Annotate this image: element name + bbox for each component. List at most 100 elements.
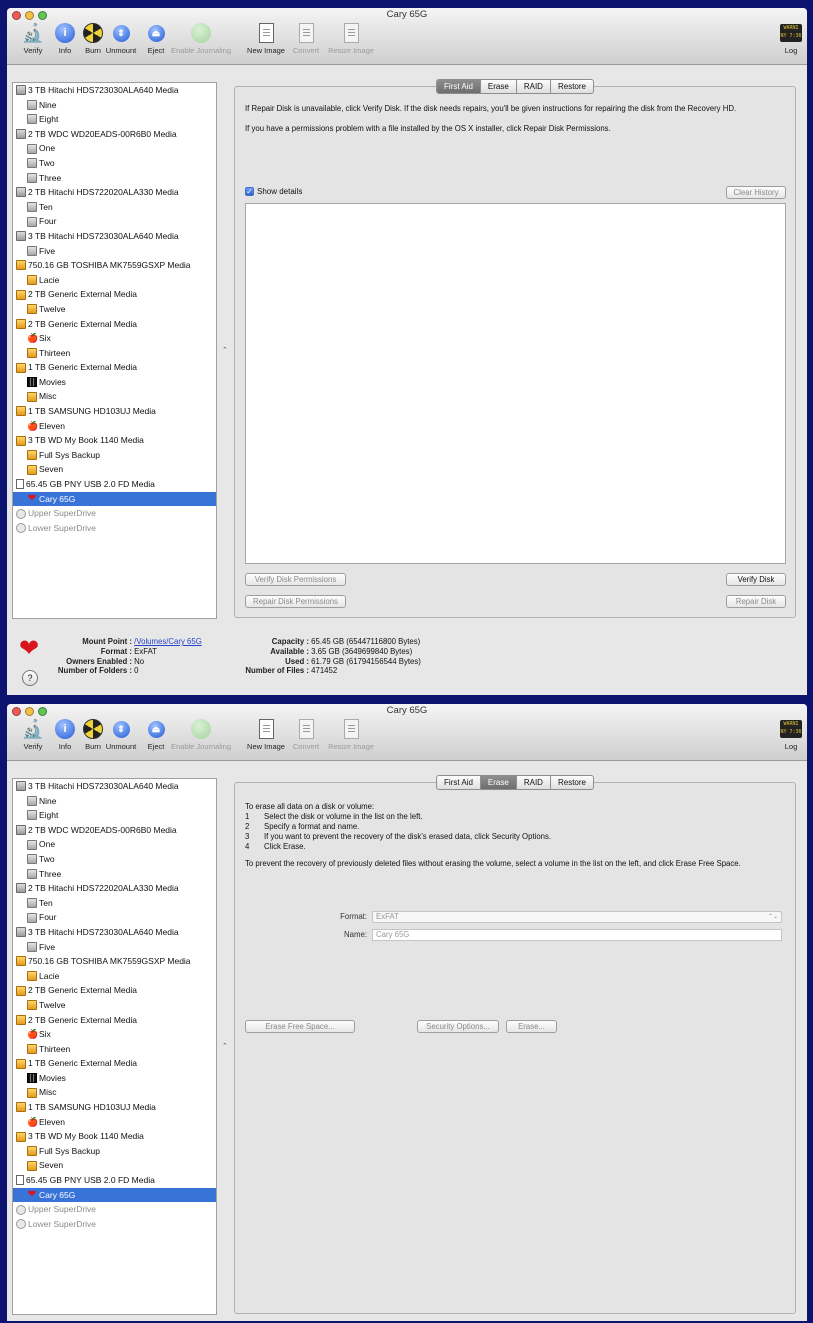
disk-item[interactable]: Lower SuperDrive (13, 1217, 216, 1232)
disk-item[interactable]: 3 TB WD My Book 1140 Media (13, 1129, 216, 1144)
disk-item[interactable]: 1 TB SAMSUNG HD103UJ Media (13, 1100, 216, 1115)
disk-item[interactable]: 3 TB Hitachi HDS723030ALA640 Media (13, 229, 216, 244)
tab-restore[interactable]: Restore (551, 776, 593, 789)
toolbar-convert-button[interactable]: Convert (284, 22, 328, 55)
disk-item[interactable]: 1 TB Generic External Media (13, 1056, 216, 1071)
volume-item[interactable]: Movies (13, 375, 216, 390)
disk-item[interactable]: 3 TB Hitachi HDS723030ALA640 Media (13, 925, 216, 940)
volume-item[interactable]: Nine (13, 98, 216, 113)
tab-erase[interactable]: Erase (480, 776, 517, 789)
volume-item[interactable]: Twelve (13, 998, 216, 1013)
volume-item[interactable]: Four (13, 214, 216, 229)
tab-erase[interactable]: Erase (481, 80, 517, 93)
toolbar-log-button[interactable]: WARNI NY 7:36 Log (769, 718, 807, 751)
disk-item[interactable]: 3 TB WD My Book 1140 Media (13, 433, 216, 448)
mount-point-link[interactable]: /Volumes/Cary 65G (134, 637, 202, 646)
volume-item[interactable]: Eight (13, 808, 216, 823)
number-of-files-label: Number of Files : (245, 666, 309, 676)
tree-item-label: Nine (39, 795, 57, 806)
volume-item[interactable]: 🍎 Six (13, 331, 216, 346)
repair-disk-button[interactable]: Repair Disk (726, 595, 786, 608)
volume-item[interactable]: Two (13, 852, 216, 867)
toolbar-resize-image-button[interactable]: Resize Image (325, 22, 377, 55)
format-select[interactable]: ExFAT ⌃⌄ (372, 911, 782, 923)
disk-item[interactable]: 2 TB WDC WD20EADS-00R6B0 Media (13, 823, 216, 838)
volume-item[interactable]: Five (13, 244, 216, 259)
volume-item[interactable]: Nine (13, 794, 216, 809)
help-button[interactable]: ? (22, 670, 38, 686)
disk-item[interactable]: 3 TB Hitachi HDS723030ALA640 Media (13, 779, 216, 794)
volume-item[interactable]: Full Sys Backup (13, 448, 216, 463)
disk-item[interactable]: 1 TB Generic External Media (13, 360, 216, 375)
toolbar-convert-button[interactable]: Convert (284, 718, 328, 751)
disk-item[interactable]: 2 TB Generic External Media (13, 317, 216, 332)
volume-item[interactable]: Five (13, 940, 216, 955)
volume-item[interactable]: 🍎 Six (13, 1027, 216, 1042)
volume-item[interactable]: Eight (13, 112, 216, 127)
tab-first-aid[interactable]: First Aid (437, 776, 481, 789)
disk-list-sidebar[interactable]: 3 TB Hitachi HDS723030ALA640 Media Nine Ei… (12, 82, 217, 619)
volume-item[interactable]: Lacie (13, 273, 216, 288)
disk-item[interactable]: 2 TB Hitachi HDS722020ALA330 Media (13, 185, 216, 200)
first-aid-details-log[interactable] (245, 203, 786, 564)
volume-item[interactable]: Three (13, 171, 216, 186)
disk-item[interactable]: Upper SuperDrive (13, 506, 216, 521)
volume-item[interactable]: Thirteen (13, 1042, 216, 1057)
disk-item[interactable]: 65.45 GB PNY USB 2.0 FD Media (13, 1173, 216, 1188)
disk-item[interactable]: 750.16 GB TOSHIBA MK7559GSXP Media (13, 954, 216, 969)
tab-restore[interactable]: Restore (551, 80, 593, 93)
volume-item[interactable]: Misc (13, 1085, 216, 1100)
verify-disk-permissions-button[interactable]: Verify Disk Permissions (245, 573, 346, 586)
disk-item[interactable]: 2 TB WDC WD20EADS-00R6B0 Media (13, 127, 216, 142)
split-view-handle[interactable]: ⌃ (222, 1042, 228, 1050)
external-drive-icon (27, 450, 37, 461)
disk-item[interactable]: 1 TB SAMSUNG HD103UJ Media (13, 404, 216, 419)
volume-item[interactable]: Three (13, 867, 216, 882)
disk-item[interactable]: 65.45 GB PNY USB 2.0 FD Media (13, 477, 216, 492)
volume-item[interactable]: Thirteen (13, 346, 216, 361)
toolbar-enable-journaling-button[interactable]: Enable Journaling (168, 718, 234, 751)
volume-item[interactable]: Lacie (13, 969, 216, 984)
volume-item[interactable]: One (13, 141, 216, 156)
volume-item[interactable]: 🍎 Eleven (13, 1115, 216, 1130)
volume-item[interactable]: ❤ Cary 65G (13, 491, 216, 507)
erase-button[interactable]: Erase... (506, 1020, 557, 1033)
erase-free-space-button[interactable]: Erase Free Space... (245, 1020, 355, 1033)
tab-first-aid[interactable]: First Aid (437, 80, 481, 93)
security-options-button[interactable]: Security Options... (417, 1020, 499, 1033)
volume-item[interactable]: Twelve (13, 302, 216, 317)
volume-item[interactable]: Ten (13, 200, 216, 215)
disk-item[interactable]: 3 TB Hitachi HDS723030ALA640 Media (13, 83, 216, 98)
volume-item[interactable]: Full Sys Backup (13, 1144, 216, 1159)
volume-item[interactable]: Seven (13, 1158, 216, 1173)
volume-item[interactable]: ❤ Cary 65G (13, 1187, 216, 1203)
split-view-handle[interactable]: ⌃ (222, 346, 228, 354)
volume-item[interactable]: Seven (13, 462, 216, 477)
name-field[interactable]: Cary 65G (372, 929, 782, 941)
repair-disk-permissions-button[interactable]: Repair Disk Permissions (245, 595, 346, 608)
disk-item[interactable]: 2 TB Hitachi HDS722020ALA330 Media (13, 881, 216, 896)
toolbar-log-button[interactable]: WARNI NY 7:36 Log (769, 22, 807, 55)
disk-item[interactable]: 750.16 GB TOSHIBA MK7559GSXP Media (13, 258, 216, 273)
volume-item[interactable]: Two (13, 156, 216, 171)
volume-item[interactable]: Misc (13, 389, 216, 404)
clear-history-button[interactable]: Clear History (726, 186, 786, 199)
tab-raid[interactable]: RAID (517, 80, 551, 93)
toolbar-resize-image-button[interactable]: Resize Image (325, 718, 377, 751)
volume-item[interactable]: One (13, 837, 216, 852)
show-details-checkbox[interactable]: ✓ Show details (245, 187, 302, 196)
volume-item[interactable]: Four (13, 910, 216, 925)
volume-item[interactable]: 🍎 Eleven (13, 419, 216, 434)
volume-item[interactable]: Ten (13, 896, 216, 911)
disk-item[interactable]: 2 TB Generic External Media (13, 1013, 216, 1028)
tab-raid[interactable]: RAID (517, 776, 551, 789)
verify-disk-button[interactable]: Verify Disk (726, 573, 786, 586)
disk-item[interactable]: Lower SuperDrive (13, 521, 216, 536)
disk-list-sidebar[interactable]: 3 TB Hitachi HDS723030ALA640 Media Nine Ei… (12, 778, 217, 1315)
volume-item[interactable]: Movies (13, 1071, 216, 1086)
disk-item[interactable]: 2 TB Generic External Media (13, 287, 216, 302)
toolbar-enable-journaling-button[interactable]: Enable Journaling (168, 22, 234, 55)
hard-disk-icon (16, 883, 26, 894)
disk-item[interactable]: 2 TB Generic External Media (13, 983, 216, 998)
disk-item[interactable]: Upper SuperDrive (13, 1202, 216, 1217)
